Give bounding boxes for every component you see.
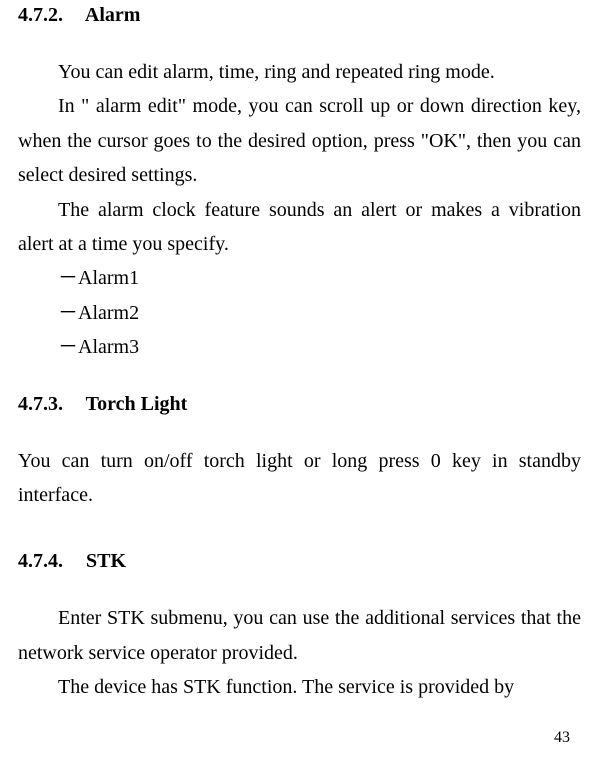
list-item-alarm3: －Alarm3: [18, 330, 581, 364]
section-heading-alarm: 4.7.2. Alarm: [18, 4, 581, 27]
section-title: Alarm: [85, 4, 141, 26]
para-alarm-2: In " alarm edit" mode, you can scroll up…: [18, 89, 581, 192]
list-item-alarm2: －Alarm2: [18, 296, 581, 330]
para-alarm-1: You can edit alarm, time, ring and repea…: [18, 55, 581, 89]
section-number: 4.7.2.: [18, 4, 63, 27]
para-stk-2: The device has STK function. The service…: [18, 670, 581, 704]
page-number: 43: [554, 729, 570, 747]
section-heading-torch: 4.7.3. Torch Light: [18, 393, 581, 416]
section-title: STK: [86, 550, 126, 572]
spacer: [18, 365, 581, 393]
para-torch-1: You can turn on/off torch light or long …: [18, 444, 581, 513]
section-number: 4.7.4.: [18, 550, 63, 573]
para-alarm-3: The alarm clock feature sounds an alert …: [18, 193, 581, 262]
spacer: [18, 512, 581, 550]
section-title: Torch Light: [86, 393, 188, 415]
list-item-alarm1: －Alarm1: [18, 261, 581, 295]
section-number: 4.7.3.: [18, 393, 63, 416]
section-heading-stk: 4.7.4. STK: [18, 550, 581, 573]
para-stk-1: Enter STK submenu, you can use the addit…: [18, 601, 581, 670]
